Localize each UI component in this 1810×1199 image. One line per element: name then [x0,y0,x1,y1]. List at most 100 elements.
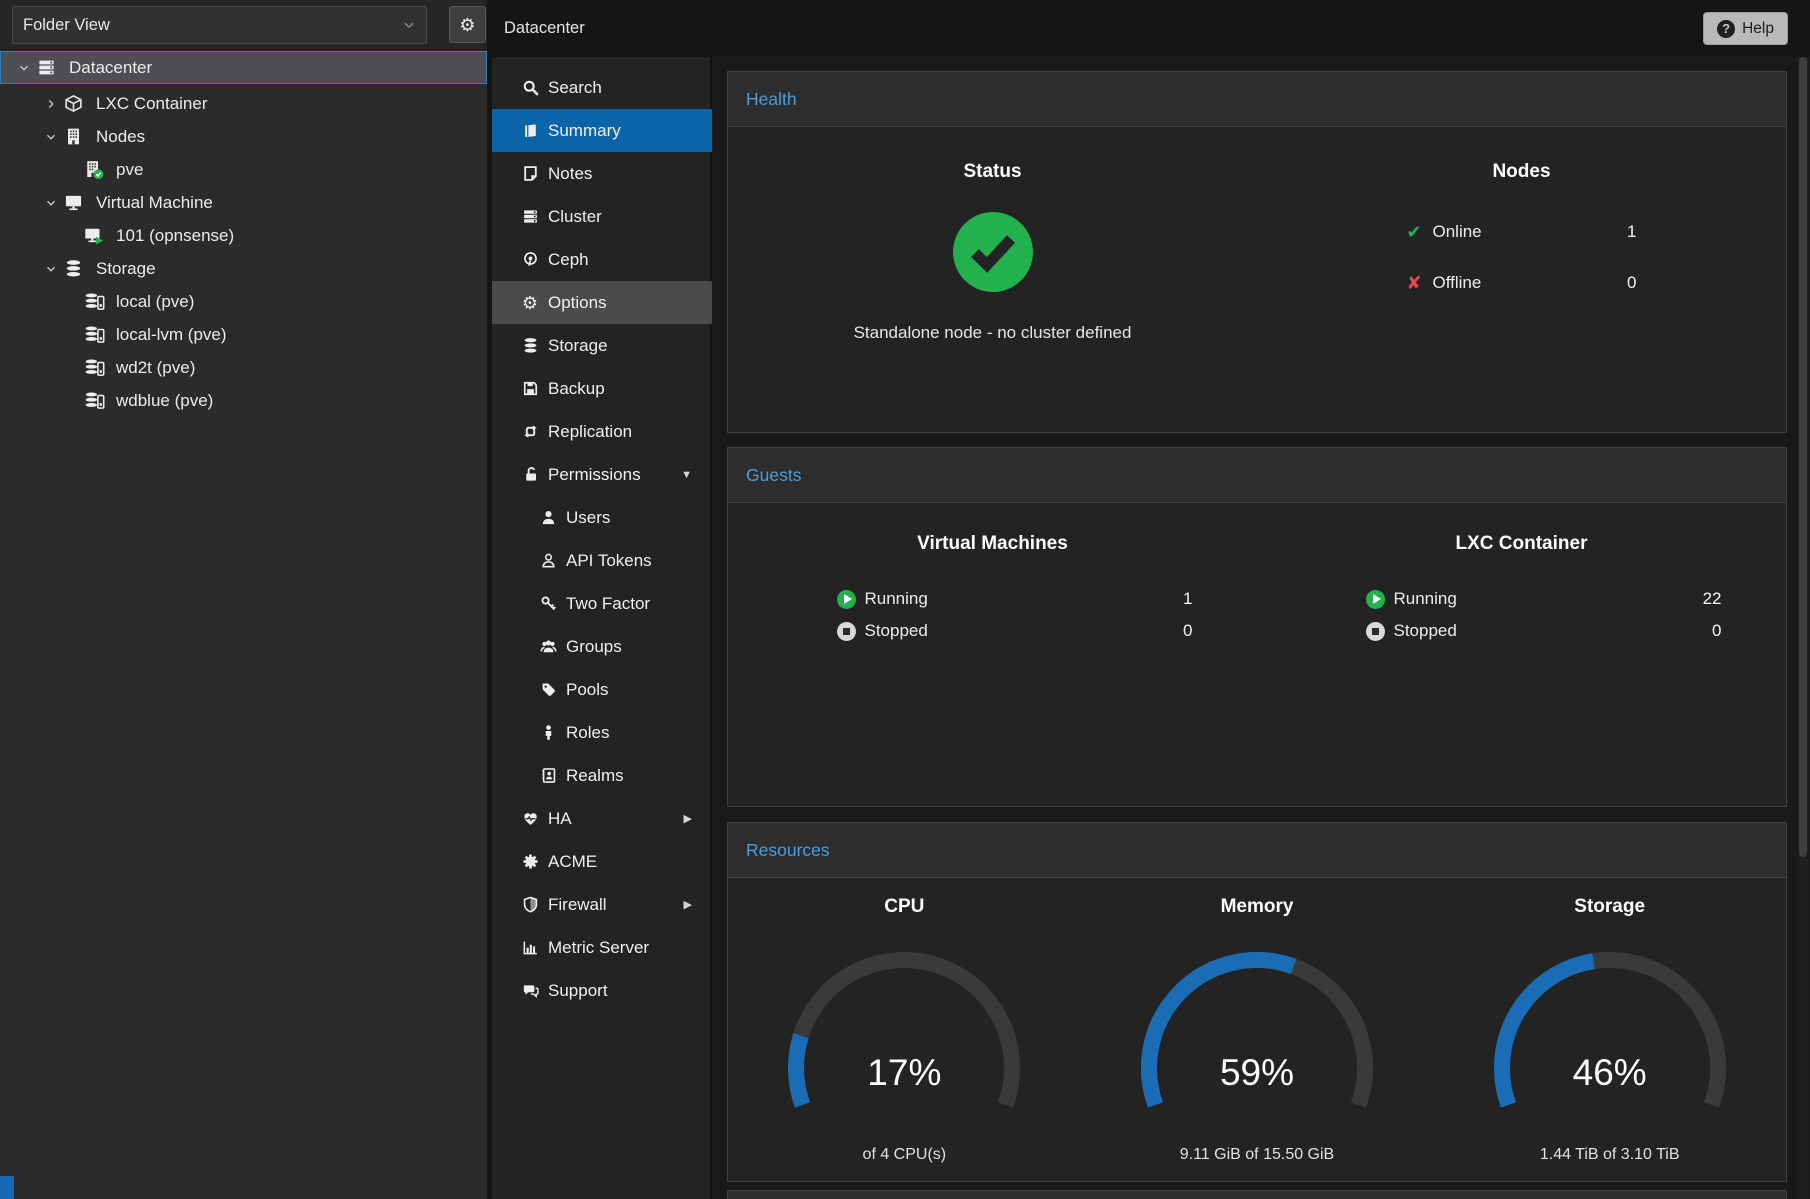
tree-settings-button[interactable]: ⚙ [449,6,486,43]
tree-item-storage-local-lvm[interactable]: local-lvm (pve) [0,318,487,351]
user-icon [538,509,558,526]
storage-header: Storage [1433,896,1786,918]
expander-right-icon[interactable] [38,97,64,111]
health-nodes-column: Nodes ✔ Online 1 ✘ Offline 0 [1257,161,1786,343]
top-bar: Datacenter ? Help [492,0,1810,57]
menu-item-users[interactable]: Users [492,496,712,539]
health-panel: Health Status Standalone node - no clust… [727,71,1787,433]
bar-chart-icon [520,939,540,956]
health-title: Health [746,89,797,110]
config-menu: Search Summary Notes Cluster Ceph ⚙Optio… [492,57,712,1199]
scrollbar-thumb[interactable] [1799,57,1807,857]
cpu-header: CPU [728,896,1081,918]
expander-down-icon[interactable] [11,61,37,75]
view-selector-combobox[interactable]: Folder View [12,6,427,44]
menu-item-realms[interactable]: Realms [492,754,712,797]
menu-item-cluster[interactable]: Cluster [492,195,712,238]
vm-stopped-count: 0 [1183,621,1192,641]
storage-caption: 1.44 TiB of 3.10 TiB [1433,1146,1786,1164]
menu-item-search[interactable]: Search [492,66,712,109]
note-icon [520,165,540,182]
tree-toolbar: Folder View ⚙ [0,0,487,50]
menu-item-ceph[interactable]: Ceph [492,238,712,281]
tree-item-vm-101[interactable]: 101 (opnsense) [0,219,487,252]
guests-vm-column: Virtual Machines Running 1 Stopped 0 [728,533,1257,647]
menu-item-acme[interactable]: ACME [492,840,712,883]
tree-item-storage-local[interactable]: local (pve) [0,285,487,318]
key-icon [538,595,558,612]
resource-tree-panel: Folder View ⚙ Datacenter LXC Container N… [0,0,487,1199]
expander-down-icon[interactable] [38,130,64,144]
memory-caption: 9.11 GiB of 15.50 GiB [1081,1146,1434,1164]
nodes-online-row: ✔ Online 1 [1407,215,1637,249]
menu-item-permissions[interactable]: Permissions▼ [492,453,712,496]
menu-item-summary[interactable]: Summary [492,109,712,152]
vm-running-icon [84,226,114,246]
retweet-icon [520,423,540,440]
comments-icon [520,982,540,999]
menu-item-groups[interactable]: Groups [492,625,712,668]
vm-running-row: Running 1 [837,583,1193,615]
tree-item-label: local-lvm (pve) [116,325,227,345]
menu-item-api-tokens[interactable]: API Tokens [492,539,712,582]
expander-down-icon[interactable] [38,196,64,210]
heartbeat-icon [520,810,540,827]
server-stack-icon [37,58,67,77]
tree-item-lxc-container[interactable]: LXC Container [0,87,487,120]
menu-item-backup[interactable]: Backup [492,367,712,410]
menu-item-roles[interactable]: Roles [492,711,712,754]
tree-item-label: wd2t (pve) [116,358,195,378]
lxc-running-count: 22 [1703,589,1722,609]
gear-icon: ⚙ [520,294,540,312]
next-panel-cutoff [727,1190,1787,1199]
menu-item-two-factor[interactable]: Two Factor [492,582,712,625]
storage-drive-icon [84,357,114,378]
menu-item-support[interactable]: Support [492,969,712,1012]
shield-icon [520,896,540,913]
menu-item-metric-server[interactable]: Metric Server [492,926,712,969]
node-online-icon [84,160,114,180]
tree-item-nodes[interactable]: Nodes [0,120,487,153]
tree-item-storage[interactable]: Storage [0,252,487,285]
submenu-arrow-icon: ▶ [684,898,692,911]
tag-icon [538,681,558,698]
tree-item-storage-wdblue[interactable]: wdblue (pve) [0,384,487,417]
submenu-arrow-icon: ▶ [684,812,692,825]
tree-item-label: LXC Container [96,94,208,114]
tree-item-datacenter[interactable]: Datacenter [0,51,487,84]
nodes-offline-row: ✘ Offline 0 [1407,266,1637,300]
menu-item-options[interactable]: ⚙Options [492,281,712,324]
cpu-caption: of 4 CPU(s) [728,1146,1081,1164]
menu-item-firewall[interactable]: Firewall▶ [492,883,712,926]
tree-item-label: local (pve) [116,292,194,312]
menu-item-storage[interactable]: Storage [492,324,712,367]
view-selector-value: Folder View [23,16,110,35]
resources-body: CPU 17% of 4 CPU(s) Memory 59% 9.11 GiB … [728,878,1786,1164]
lxc-rows: Running 22 Stopped 0 [1366,583,1722,647]
main-scrollbar[interactable] [1798,57,1808,1199]
tree-item-label: pve [116,160,143,180]
running-icon [1366,590,1385,609]
main-content: Health Status Standalone node - no clust… [714,57,1810,1199]
status-header: Status [728,161,1257,183]
expander-down-icon[interactable] [38,262,64,276]
burst-icon [520,853,540,870]
database-icon [520,337,540,354]
menu-item-ha[interactable]: HA▶ [492,797,712,840]
resources-title: Resources [746,840,830,861]
user-outline-icon [538,552,558,569]
ceph-icon [520,251,540,268]
guests-lxc-column: LXC Container Running 22 Stopped 0 [1257,533,1786,647]
person-icon [538,724,558,741]
menu-item-notes[interactable]: Notes [492,152,712,195]
menu-item-pools[interactable]: Pools [492,668,712,711]
tree-item-storage-wd2t[interactable]: wd2t (pve) [0,351,487,384]
resources-panel-header: Resources [728,823,1786,878]
running-icon [837,590,856,609]
menu-item-replication[interactable]: Replication [492,410,712,453]
nodes-rows: ✔ Online 1 ✘ Offline 0 [1407,215,1637,300]
tree-item-virtual-machine[interactable]: Virtual Machine [0,186,487,219]
tree-item-pve[interactable]: pve [0,153,487,186]
lxc-header: LXC Container [1257,533,1786,555]
help-button[interactable]: ? Help [1703,12,1788,45]
